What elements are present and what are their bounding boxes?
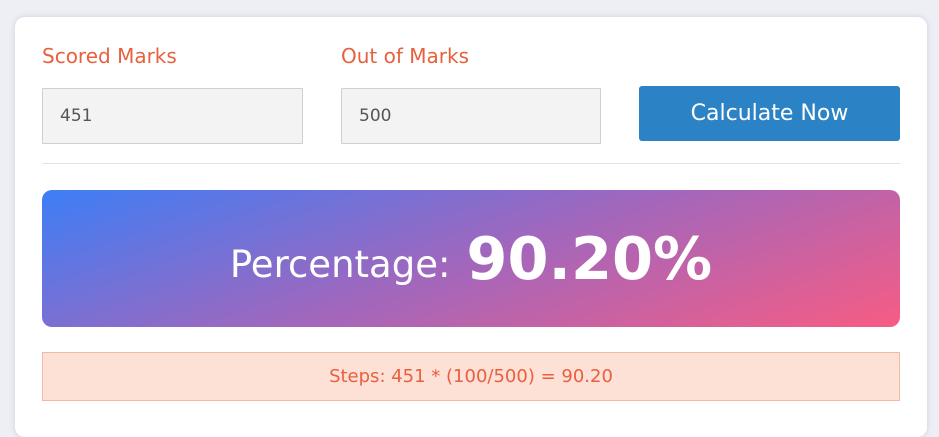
divider [42, 163, 900, 164]
scored-marks-input[interactable] [42, 88, 303, 144]
out-of-marks-input[interactable] [341, 88, 601, 144]
percentage-label: Percentage: [229, 243, 451, 286]
steps-text: Steps: 451 * (100/500) = 90.20 [329, 366, 613, 387]
percentage-result-panel: Percentage: 90.20% [42, 190, 900, 327]
steps-panel: Steps: 451 * (100/500) = 90.20 [42, 352, 900, 401]
scored-marks-label: Scored Marks [42, 44, 177, 68]
calculate-now-button[interactable]: Calculate Now [639, 86, 900, 141]
out-of-marks-label: Out of Marks [341, 44, 469, 68]
percentage-value: 90.20% [466, 224, 713, 293]
